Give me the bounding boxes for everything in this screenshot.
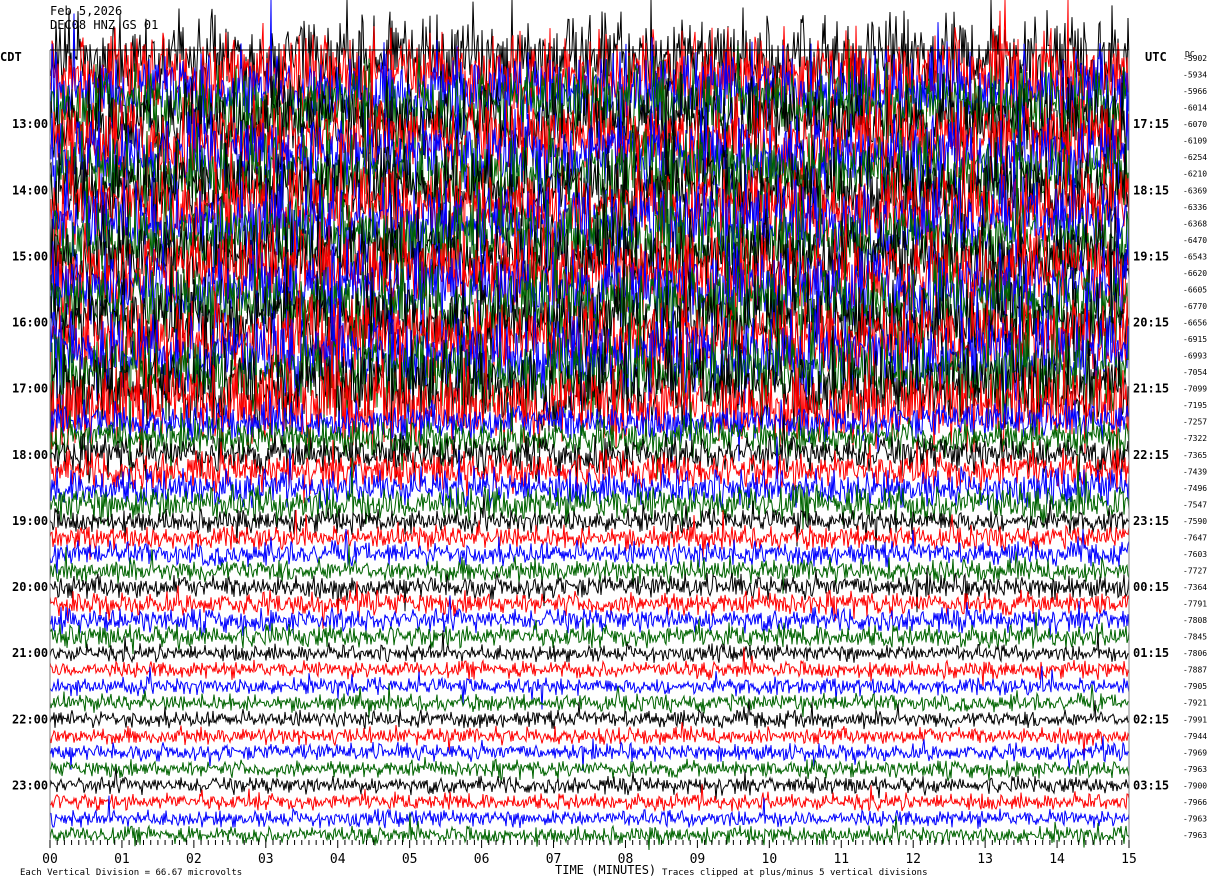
dc-offset-label: -7944 [1183,732,1207,741]
dc-offset-label: -7439 [1183,467,1207,476]
cdt-hour-label: 22:00 [12,712,48,726]
dc-offset-label: -7365 [1183,451,1207,460]
dc-offset-label: -7791 [1183,600,1207,609]
dc-offset-label: -6470 [1183,236,1207,245]
dc-offset-label: -7547 [1183,500,1207,509]
dc-offset-label: -7991 [1183,715,1207,724]
cdt-hour-label: 18:00 [12,448,48,462]
x-tick-label: 01 [114,852,130,867]
x-tick-label: 15 [1121,852,1137,867]
dc-offset-label: -7963 [1183,814,1207,823]
dc-offset-label: -7905 [1183,682,1207,691]
cdt-hour-label: 21:00 [12,646,48,660]
clip-note: Traces clipped at plus/minus 5 vertical … [662,868,928,878]
x-tick-label: 03 [258,852,274,867]
plot-title: Feb 5,2026 DEC08 HNZ GS 01 [50,4,158,32]
dc-offset-label: -7322 [1183,434,1207,443]
dc-offset-label: -5902 [1183,54,1207,63]
cdt-hour-label: 14:00 [12,183,48,197]
utc-hour-label: 17:15 [1133,117,1169,131]
dc-offset-label: -6014 [1183,104,1207,113]
helicorder: 00 01 02 03 04 05 06 07 08 09 10 11 12 13 14 15 CDT UTC DC… [0,0,1210,886]
dc-offset-label: -7963 [1183,765,1207,774]
x-tick-label: 02 [186,852,202,867]
dc-offset-label: -7054 [1183,368,1207,377]
trace-line [49,666,1130,710]
dc-offset-label: -6993 [1183,352,1207,361]
x-tick-label: 13 [977,852,993,867]
utc-hour-label: 19:15 [1133,249,1169,263]
cdt-hour-label: 13:00 [12,117,48,131]
x-tick-label: 00 [42,852,58,867]
dc-offset-label: -7808 [1183,616,1207,625]
right-timezone-label: UTC [1145,50,1167,64]
dc-offset-label: -5934 [1183,71,1207,80]
dc-offset-label: -6109 [1183,137,1207,146]
x-tick-label: 12 [905,852,921,867]
dc-offset-label: -6770 [1183,302,1207,311]
utc-hour-label: 23:15 [1133,514,1169,528]
dc-offset-label: -7257 [1183,418,1207,427]
utc-hour-label: 21:15 [1133,382,1169,396]
cdt-hour-label: 17:00 [12,382,48,396]
dc-offset-label: -6070 [1183,120,1207,129]
trace-line [49,757,1130,782]
utc-hour-label: 01:15 [1133,646,1169,660]
cdt-hour-label: 15:00 [12,249,48,263]
station-label: DEC08 HNZ GS 01 [50,18,159,32]
dc-offset-label: -7966 [1183,798,1207,807]
dc-offset-label: -7364 [1183,583,1207,592]
dc-offset-label: -7887 [1183,666,1207,675]
dc-offset-label: -7496 [1183,484,1207,493]
dc-offset-label: -6369 [1183,186,1207,195]
dc-offset-label: -7590 [1183,517,1207,526]
dc-offset-label: -7195 [1183,401,1207,410]
dc-offset-label: -6336 [1183,203,1207,212]
dc-offset-label: -6368 [1183,219,1207,228]
utc-hour-label: 22:15 [1133,448,1169,462]
dc-offset-label: -7727 [1183,566,1207,575]
dc-offset-label: -7603 [1183,550,1207,559]
x-tick-label: 10 [762,852,778,867]
trace-line [49,784,1130,813]
cdt-hour-label: 19:00 [12,514,48,528]
dc-offset-label: -5966 [1183,87,1207,96]
cdt-hour-label: 16:00 [12,316,48,330]
x-tick-label: 09 [690,852,706,867]
x-tick-label: 11 [833,852,849,867]
dc-offset-label: -6620 [1183,269,1207,278]
scale-note: Each Vertical Division = 66.67 microvolt… [20,868,242,878]
dc-offset-label: -6656 [1183,319,1207,328]
utc-hour-label: 20:15 [1133,316,1169,330]
dc-offset-label: -7099 [1183,385,1207,394]
x-axis-title: TIME (MINUTES) [555,863,656,877]
x-tick-label: 06 [474,852,490,867]
dc-offset-label: -6543 [1183,252,1207,261]
left-timezone-label: CDT [0,50,22,64]
utc-hour-label: 02:15 [1133,712,1169,726]
utc-hour-label: 00:15 [1133,580,1169,594]
dc-offset-label: -7806 [1183,649,1207,658]
dc-offset-label: -7845 [1183,633,1207,642]
x-tick-label: 04 [330,852,346,867]
utc-hour-label: 03:15 [1133,778,1169,792]
dc-offset-label: -6915 [1183,335,1207,344]
cdt-hour-label: 23:00 [12,778,48,792]
dc-offset-label: -6605 [1183,285,1207,294]
x-tick-label: 14 [1049,852,1065,867]
dc-offset-label: -7963 [1183,831,1207,840]
dc-offset-label: -6210 [1183,170,1207,179]
cdt-hour-label: 20:00 [12,580,48,594]
date-label: Feb 5,2026 [50,4,123,18]
helicorder-plot: 00 01 02 03 04 05 06 07 08 09 10 11 12 13 14 15CDT UTC DC… [0,0,1207,878]
dc-offset-label: -6254 [1183,153,1207,162]
x-tick-label: 05 [402,852,418,867]
dc-offset-label: -7647 [1183,533,1207,542]
utc-hour-label: 18:15 [1133,183,1169,197]
dc-offset-label: -7900 [1183,781,1207,790]
dc-offset-label: -7921 [1183,699,1207,708]
dc-offset-label: -7969 [1183,748,1207,757]
